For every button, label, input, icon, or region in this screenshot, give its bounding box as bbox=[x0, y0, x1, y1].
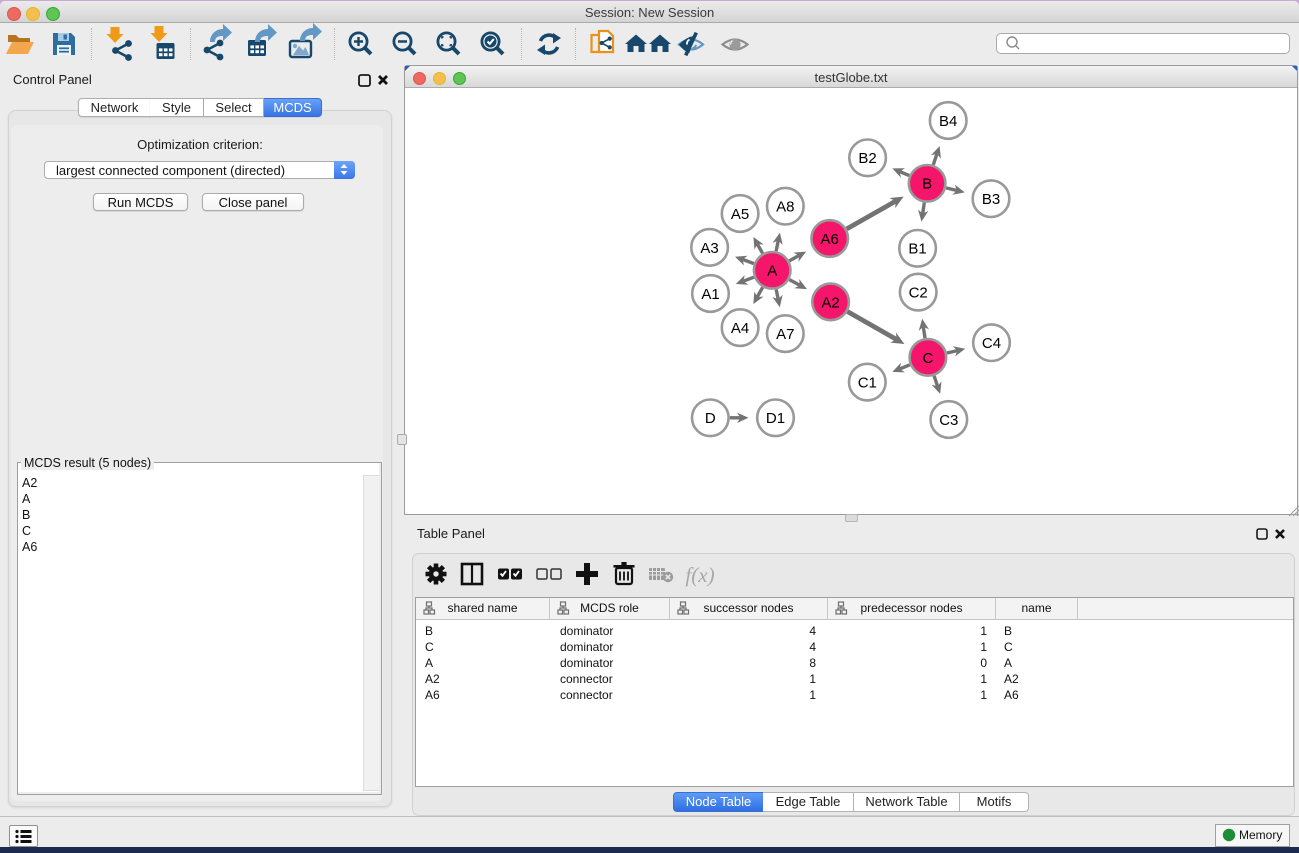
svg-text:B: B bbox=[922, 176, 932, 193]
svg-text:C4: C4 bbox=[982, 335, 1001, 352]
svg-text:A3: A3 bbox=[700, 240, 718, 257]
svg-text:B4: B4 bbox=[939, 113, 957, 130]
svg-text:B1: B1 bbox=[908, 241, 926, 258]
svg-text:A6: A6 bbox=[821, 231, 839, 248]
svg-text:C3: C3 bbox=[939, 412, 958, 429]
svg-text:A1: A1 bbox=[701, 286, 719, 303]
svg-text:C2: C2 bbox=[909, 285, 928, 302]
svg-text:C1: C1 bbox=[858, 375, 877, 392]
svg-text:D1: D1 bbox=[766, 410, 785, 427]
svg-text:f(x): f(x) bbox=[685, 563, 714, 587]
svg-text:A8: A8 bbox=[776, 199, 794, 216]
svg-text:A: A bbox=[767, 263, 777, 280]
svg-text:C: C bbox=[922, 350, 933, 367]
svg-text:A5: A5 bbox=[731, 206, 749, 223]
svg-text:D: D bbox=[705, 410, 716, 427]
svg-text:A7: A7 bbox=[776, 326, 794, 343]
svg-text:B3: B3 bbox=[982, 191, 1000, 208]
svg-text:A2: A2 bbox=[821, 294, 839, 311]
svg-text:A4: A4 bbox=[731, 320, 749, 337]
svg-text:B2: B2 bbox=[858, 150, 876, 167]
